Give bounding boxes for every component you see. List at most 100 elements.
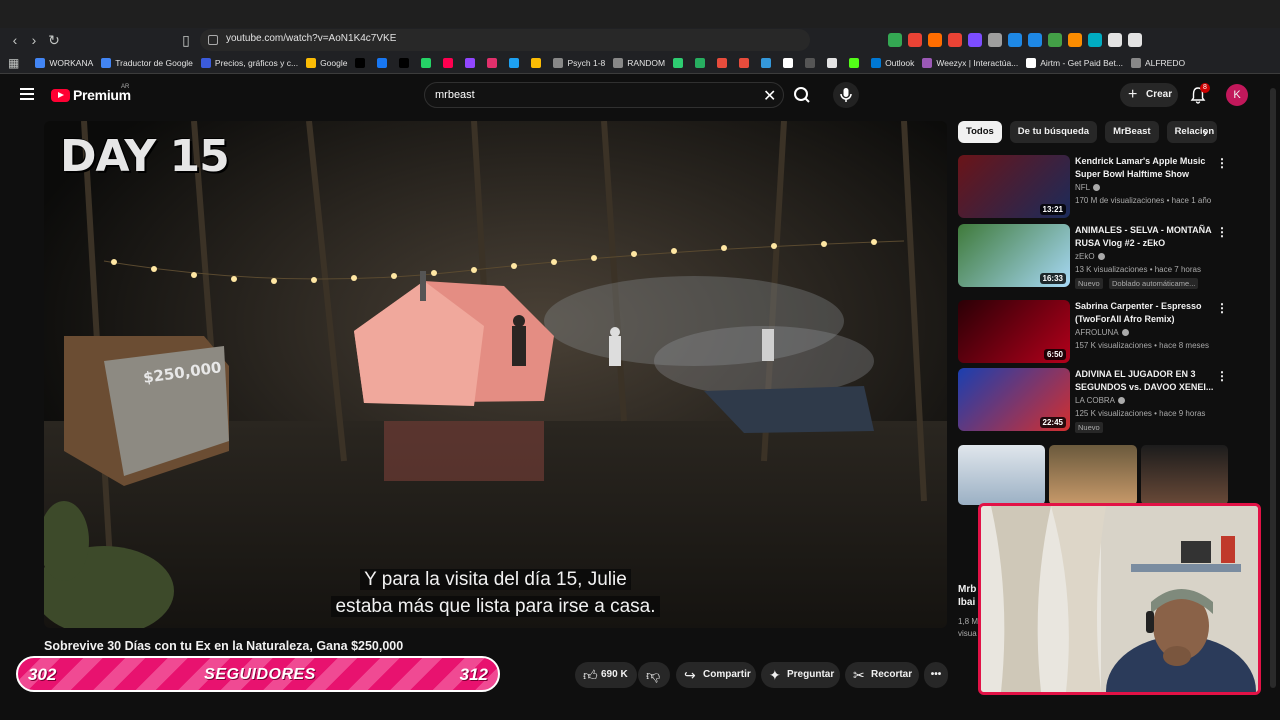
bookmark-item[interactable]: Weezyx | Interactúa... [918, 52, 1022, 74]
site-info-icon[interactable] [208, 35, 218, 45]
video-thumbnail[interactable]: 13:21 [958, 155, 1070, 218]
more-vertical-icon[interactable]: ⋮ [1216, 370, 1228, 382]
short-thumbnail[interactable] [1049, 445, 1137, 505]
recommended-video[interactable]: 6:50 Sabrina Carpenter - Espresso (TwoFor… [958, 300, 1238, 364]
video-player[interactable]: $250,000 DAY 15 Y para la visita del día… [44, 121, 947, 628]
chip-todos[interactable]: Todos [958, 121, 1002, 143]
bookmark-item[interactable] [527, 52, 549, 74]
channel-name[interactable]: AFROLUNA [1075, 328, 1129, 337]
back-icon[interactable]: ‹ [7, 32, 23, 48]
apps-icon[interactable]: ▦ [0, 52, 31, 74]
bookmark-item[interactable] [757, 52, 779, 74]
bookmark-item[interactable] [395, 52, 417, 74]
bookmark-item[interactable] [823, 52, 845, 74]
bookmark-item[interactable] [505, 52, 527, 74]
dislike-button[interactable]: 👎︎ [638, 662, 670, 688]
short-thumbnail[interactable] [1140, 445, 1228, 505]
new-badge: Nuevo [1075, 278, 1103, 289]
video-title[interactable]: ADIVINA EL JUGADOR EN 3 SEGUNDOS vs. DAV… [1075, 368, 1215, 394]
menu-icon[interactable] [20, 88, 34, 100]
extension-icon[interactable] [1028, 33, 1042, 47]
channel-name[interactable]: LA COBRA [1075, 396, 1126, 405]
chevron-right-icon[interactable]: › [1203, 124, 1208, 140]
bookmark-item[interactable] [713, 52, 735, 74]
extension-icon[interactable] [1088, 33, 1102, 47]
extension-icon[interactable] [1108, 33, 1122, 47]
more-vertical-icon[interactable]: ⋮ [1216, 302, 1228, 314]
recommended-video[interactable]: 16:33 ANIMALES - SELVA - MONTAÑA RUSA Vlo… [958, 224, 1238, 289]
bookmark-label: WORKANA [49, 57, 94, 68]
extension-icon[interactable] [1068, 33, 1082, 47]
extension-icon[interactable] [1008, 33, 1022, 47]
video-thumbnail[interactable]: 16:33 [958, 224, 1070, 287]
bookmark-item[interactable]: Outlook [867, 52, 918, 74]
clip-button[interactable]: ✂ Recortar [845, 662, 919, 688]
bookmark-item[interactable]: WORKANA [31, 52, 97, 74]
extension-icon[interactable] [988, 33, 1002, 47]
ask-button[interactable]: ✦ Preguntar [761, 662, 840, 688]
extension-icon[interactable] [968, 33, 982, 47]
video-title[interactable]: Kendrick Lamar's Apple Music Super Bowl … [1075, 155, 1215, 181]
partial-video-title[interactable]: Mrb Ibai [958, 583, 976, 609]
scrollbar-thumb[interactable] [1270, 88, 1276, 688]
voice-search-button[interactable] [833, 82, 859, 108]
youtube-premium-logo[interactable]: Premium AR [51, 84, 131, 103]
bookmark-item[interactable] [483, 52, 505, 74]
bookmark-item[interactable] [691, 52, 713, 74]
chip-de-tu-busqueda[interactable]: De tu búsqueda [1009, 121, 1098, 143]
shorts-shelf [958, 445, 1228, 505]
bookmark-item[interactable] [801, 52, 823, 74]
address-bar[interactable]: youtube.com/watch?v=AoN1K4c7VKE [200, 29, 810, 51]
bookmark-icon[interactable]: ▯ [178, 32, 194, 48]
extension-icon[interactable] [908, 33, 922, 47]
bookmark-favicon-icon [1026, 57, 1037, 68]
extension-icon[interactable] [888, 33, 902, 47]
video-thumbnail[interactable]: 6:50 [958, 300, 1070, 363]
create-button[interactable]: Crear [1120, 83, 1178, 107]
bookmark-item[interactable]: Google [302, 52, 351, 74]
bookmark-item[interactable] [461, 52, 483, 74]
channel-name[interactable]: zEkO [1075, 252, 1105, 261]
share-button[interactable]: ↪ Compartir [676, 662, 756, 688]
like-button[interactable]: 👍︎ 690 K [575, 662, 637, 688]
clear-search-icon[interactable]: ✕ [763, 86, 776, 106]
extension-icon[interactable] [1128, 33, 1142, 47]
channel-name[interactable]: NFL [1075, 183, 1101, 192]
bookmark-item[interactable]: Airtm - Get Paid Bet... [1022, 52, 1127, 74]
bookmark-item[interactable] [439, 52, 461, 74]
account-avatar[interactable]: K [1226, 84, 1248, 106]
bookmark-item[interactable] [735, 52, 757, 74]
bookmark-item[interactable] [845, 52, 867, 74]
more-vertical-icon[interactable]: ⋮ [1216, 226, 1228, 238]
more-vertical-icon[interactable]: ⋮ [1216, 157, 1228, 169]
page-scrollbar[interactable] [1270, 88, 1276, 688]
subtitle-captions: Y para la visita del día 15, Julie estab… [44, 566, 947, 620]
recommended-video[interactable]: 22:45 ADIVINA EL JUGADOR EN 3 SEGUNDOS vs… [958, 368, 1238, 433]
recommended-video[interactable]: 13:21 Kendrick Lamar's Apple Music Super … [958, 155, 1238, 219]
extension-icon[interactable] [948, 33, 962, 47]
search-input[interactable]: mrbeast [435, 89, 475, 101]
chip-mrbeast[interactable]: MrBeast [1105, 121, 1159, 143]
bookmark-item[interactable]: RANDOM [609, 52, 669, 74]
forward-icon[interactable]: › [26, 32, 42, 48]
chip-relacionados[interactable]: Relacion [1166, 121, 1217, 143]
bookmark-item[interactable] [351, 52, 373, 74]
bookmark-item[interactable] [669, 52, 691, 74]
video-title[interactable]: Sabrina Carpenter - Espresso (TwoForAll … [1075, 300, 1215, 326]
search-button[interactable] [784, 82, 822, 108]
short-thumbnail[interactable] [958, 445, 1046, 505]
reload-icon[interactable]: ↻ [46, 32, 62, 48]
video-title[interactable]: ANIMALES - SELVA - MONTAÑA RUSA Vlog #2 … [1075, 224, 1215, 250]
extension-icon[interactable] [928, 33, 942, 47]
bookmark-item[interactable]: Precios, gráficos y c... [197, 52, 302, 74]
extension-icon[interactable] [1048, 33, 1062, 47]
bookmark-item[interactable]: ALFREDO [1127, 52, 1189, 74]
search-box[interactable]: mrbeast ✕ [424, 82, 784, 108]
bookmark-item[interactable]: Traductor de Google [97, 52, 197, 74]
bookmark-item[interactable]: Psych 1-8 [549, 52, 609, 74]
bookmark-item[interactable] [779, 52, 801, 74]
more-actions-button[interactable]: ••• [924, 662, 948, 688]
bookmark-item[interactable] [373, 52, 395, 74]
bookmark-item[interactable] [417, 52, 439, 74]
video-thumbnail[interactable]: 22:45 [958, 368, 1070, 431]
